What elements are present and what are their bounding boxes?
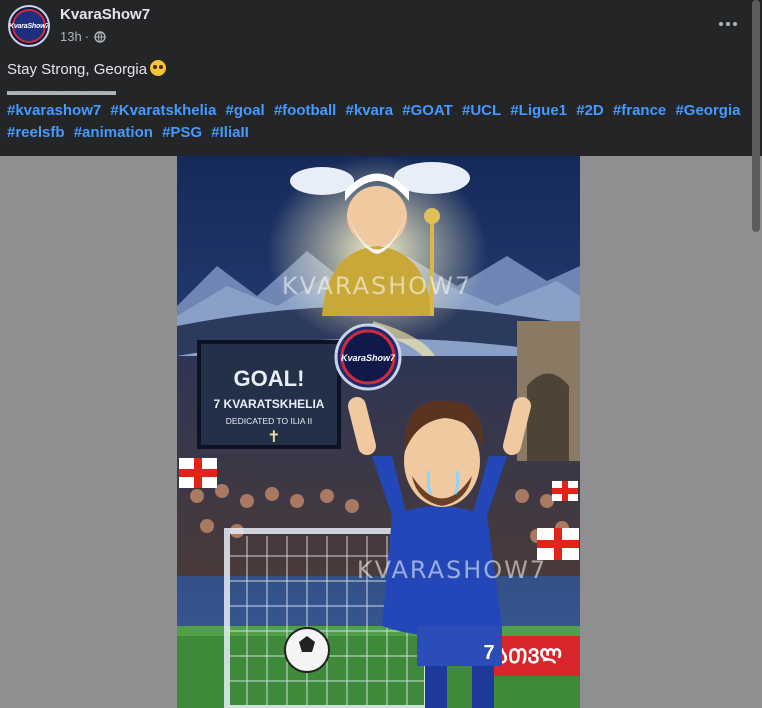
globe-icon: [94, 30, 106, 43]
illustration: GOAL! 7 KVARATSKHELIA DEDICATED TO ILIA …: [177, 156, 580, 708]
post-header: KvaraShow7 KvaraShow7 13h · Stay Strong,…: [0, 0, 762, 156]
caption-divider: ▬▬▬▬▬▬▬▬▬: [7, 83, 116, 98]
scoreboard-dedication: DEDICATED TO ILIA II: [226, 416, 312, 426]
hashtag-link[interactable]: #2D: [576, 102, 604, 119]
scoreboard-title: GOAL!: [234, 366, 305, 391]
post-meta: 13h ·: [60, 29, 106, 44]
watermark-top: KVARASHOW7: [282, 272, 472, 300]
hashtag-link[interactable]: #france: [613, 102, 666, 119]
more-dot-icon: [726, 22, 730, 26]
hashtag-link[interactable]: #IliaII: [211, 124, 249, 141]
caption-text: Stay Strong, Georgia: [7, 61, 148, 78]
jersey-number: 7: [483, 642, 494, 664]
hashtag-link[interactable]: #UCL: [462, 102, 501, 119]
hashtag-link[interactable]: #PSG: [162, 124, 202, 141]
hashtag-link[interactable]: #football: [274, 102, 337, 119]
hashtag-link[interactable]: #kvara: [346, 102, 394, 119]
hashtag-list: #kvarashow7 #Kvaratskhelia #goal #footba…: [7, 100, 747, 144]
post-timestamp[interactable]: 13h: [60, 29, 82, 44]
more-dot-icon: [733, 22, 737, 26]
watermark-bottom: KVARASHOW7: [357, 556, 547, 584]
page-name-link[interactable]: KvaraShow7: [60, 6, 150, 23]
hashtag-link[interactable]: #GOAT: [402, 102, 453, 119]
hashtag-link[interactable]: #Kvaratskhelia: [110, 102, 216, 119]
meta-separator: ·: [84, 29, 90, 44]
hashtag-link[interactable]: #Ligue1: [510, 102, 567, 119]
post-caption: Stay Strong, Georgia: [7, 60, 167, 78]
hashtag-link[interactable]: #kvarashow7: [7, 102, 101, 119]
page-avatar[interactable]: KvaraShow7: [8, 5, 50, 47]
cross-icon: ✝: [267, 427, 280, 446]
more-dot-icon: [719, 22, 723, 26]
hashtag-link[interactable]: #animation: [74, 124, 153, 141]
scoreboard-player: 7 KVARATSKHELIA: [214, 397, 325, 411]
pleading-face-emoji-icon: [150, 60, 167, 76]
badge-logo-text: KvaraShow7: [341, 353, 396, 363]
post-image[interactable]: GOAL! 7 KVARATSKHELIA DEDICATED TO ILIA …: [177, 156, 580, 708]
more-options-button[interactable]: [716, 12, 740, 36]
ad-board-text: ᲐᲗᲕᲚ: [496, 644, 562, 668]
hashtag-link[interactable]: #reelsfb: [7, 124, 65, 141]
scrollbar[interactable]: [752, 0, 760, 232]
hashtag-link[interactable]: #goal: [225, 102, 264, 119]
avatar-logo: KvaraShow7: [10, 9, 48, 43]
hashtag-link[interactable]: #Georgia: [675, 102, 740, 119]
